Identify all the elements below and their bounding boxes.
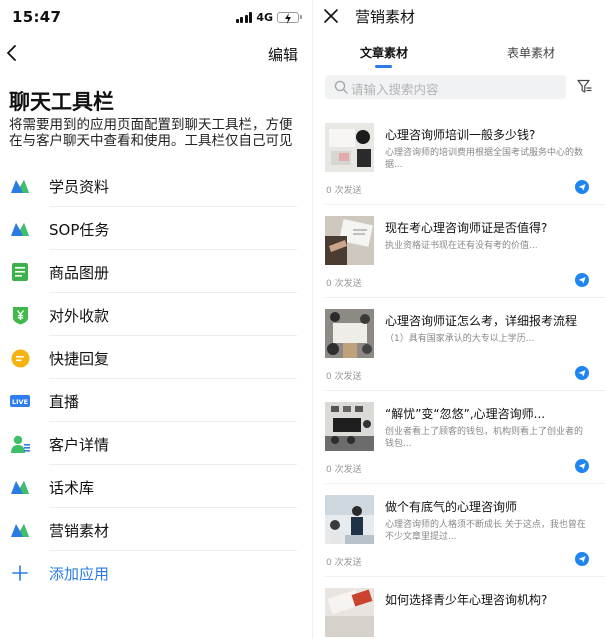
filter-icon[interactable] — [577, 79, 592, 94]
tool-label: 直播 — [49, 393, 80, 411]
tool-label: SOP任务 — [49, 221, 110, 239]
article-summary: （1）具有国家承认的大专以上学历... — [385, 334, 535, 344]
tool-label: 话术库 — [49, 479, 95, 497]
battery-icon — [277, 11, 302, 24]
article-thumbnail — [325, 309, 374, 358]
page-description: 将需要用到的应用页面配置到聊天工具栏，方便在与客户聊天中查看和使用。工具栏仅自己… — [9, 117, 293, 149]
brand-m-icon — [10, 219, 30, 239]
plus-icon — [10, 563, 30, 583]
tab-articles[interactable]: 文章素材 — [360, 44, 408, 61]
send-icon[interactable] — [575, 459, 589, 473]
article-item[interactable]: 心理咨询师证怎么考，详细报考流程 （1）具有国家承认的大专以上学历... 0 次… — [313, 298, 605, 391]
send-icon[interactable] — [575, 366, 589, 380]
article-title: 做个有底气的心理咨询师 — [385, 500, 518, 514]
article-title: 心理咨询师证怎么考，详细报考流程 — [385, 314, 578, 328]
article-list: 心理咨询师培训一般多少钱? 心理咨询师的培训费用根据全国考试服务中心的数据...… — [313, 112, 605, 639]
article-summary: 心理咨询师的培训费用根据全国考试服务中心的数据... — [385, 148, 584, 170]
tool-item-product-catalog[interactable]: 商品图册 — [0, 250, 305, 293]
live-badge-text: LIVE — [12, 398, 28, 406]
yuan-shield-icon — [10, 305, 30, 325]
send-icon[interactable] — [575, 180, 589, 194]
brand-m-icon — [10, 176, 30, 196]
chat-toolbar-screen: 15:47 4G 编辑 聊天工具栏 将需要用到的应用页面配置到聊天工具栏，方便在… — [0, 0, 305, 639]
status-bar: 15:47 4G — [0, 0, 305, 34]
status-time: 15:47 — [12, 8, 62, 26]
article-item[interactable]: 如何选择青少年心理咨询机构? — [313, 577, 605, 639]
send-icon[interactable] — [575, 273, 589, 287]
customer-icon — [10, 434, 30, 454]
add-app-label: 添加应用 — [49, 565, 110, 583]
quick-reply-icon — [10, 348, 30, 368]
article-thumbnail — [325, 216, 374, 265]
article-item[interactable]: “解忧”变“忽悠”,心理咨询师... 创业者看上了顾客的钱包，机构则看上了创业者… — [313, 391, 605, 484]
article-title: 心理咨询师培训一般多少钱? — [385, 128, 536, 142]
tab-forms[interactable]: 表单素材 — [507, 44, 555, 61]
tool-item-marketing-material[interactable]: 营销素材 — [0, 508, 305, 551]
article-summary: 执业资格证书现在还有没有考的价值... — [385, 241, 538, 251]
tool-list: 学员资料 SOP任务 商品图册 对外收款 快捷回复 LIVE 直播 客户详情 话… — [0, 164, 305, 594]
panel-title: 营销素材 — [355, 8, 416, 26]
article-title: 如何选择青少年心理咨询机构? — [385, 593, 548, 607]
status-indicators: 4G — [235, 10, 302, 24]
article-item[interactable]: 现在考心理咨询师证是否值得? 执业资格证书现在还有没有考的价值... 0 次发送 — [313, 205, 605, 298]
nav-bar: 编辑 — [0, 36, 305, 70]
brand-m-icon — [10, 477, 30, 497]
tool-item-script-library[interactable]: 话术库 — [0, 465, 305, 508]
tool-label: 学员资料 — [49, 178, 110, 196]
article-thumbnail — [325, 123, 374, 172]
send-count: 0 次发送 — [326, 372, 362, 382]
tool-item-sop-task[interactable]: SOP任务 — [0, 207, 305, 250]
material-tabs: 文章素材 表单素材 — [313, 38, 605, 70]
brand-m-icon — [10, 520, 30, 540]
signal-icon — [235, 11, 253, 23]
article-item[interactable]: 做个有底气的心理咨询师 心理咨询师的人格须不断成长 关于这点，我也曾在不少文章里… — [313, 484, 605, 577]
active-tab-indicator — [375, 65, 392, 68]
article-thumbnail — [325, 495, 374, 544]
send-icon[interactable] — [575, 552, 589, 566]
tool-label: 营销素材 — [49, 522, 110, 540]
tool-label: 对外收款 — [49, 307, 110, 325]
close-icon[interactable] — [323, 8, 339, 24]
tool-item-student-profile[interactable]: 学员资料 — [0, 164, 305, 207]
article-thumbnail — [325, 588, 374, 637]
marketing-material-panel: 营销素材 文章素材 表单素材 请输入搜索内容 心理咨询师培训一般多少钱? 心理咨… — [312, 0, 605, 639]
tool-item-quick-reply[interactable]: 快捷回复 — [0, 336, 305, 379]
tool-label: 快捷回复 — [49, 350, 110, 368]
send-count: 0 次发送 — [326, 186, 362, 196]
tool-item-customer-detail[interactable]: 客户详情 — [0, 422, 305, 465]
send-count: 0 次发送 — [326, 558, 362, 568]
search-icon — [334, 80, 348, 94]
tool-label: 客户详情 — [49, 436, 110, 454]
page-title: 聊天工具栏 — [9, 90, 114, 114]
send-count: 0 次发送 — [326, 279, 362, 289]
catalog-icon — [10, 262, 30, 282]
article-summary: 心理咨询师的人格须不断成长 关于这点，我也曾在不少文章里提过... — [385, 520, 586, 542]
article-title: “解忧”变“忽悠”,心理咨询师... — [385, 407, 546, 421]
search-placeholder: 请输入搜索内容 — [351, 82, 439, 97]
tool-item-external-payment[interactable]: 对外收款 — [0, 293, 305, 336]
send-count: 0 次发送 — [326, 465, 362, 475]
article-title: 现在考心理咨询师证是否值得? — [385, 221, 548, 235]
tool-item-live[interactable]: LIVE 直播 — [0, 379, 305, 422]
article-thumbnail — [325, 402, 374, 451]
back-arrow-icon[interactable] — [4, 45, 20, 61]
add-app-button[interactable]: 添加应用 — [0, 551, 305, 594]
article-item[interactable]: 心理咨询师培训一般多少钱? 心理咨询师的培训费用根据全国考试服务中心的数据...… — [313, 112, 605, 205]
tool-label: 商品图册 — [49, 264, 110, 282]
edit-button[interactable]: 编辑 — [268, 44, 298, 65]
search-input[interactable]: 请输入搜索内容 — [325, 75, 566, 99]
live-icon: LIVE — [10, 391, 30, 411]
network-type: 4G — [256, 10, 273, 24]
article-summary: 创业者看上了顾客的钱包，机构则看上了创业者的钱包... — [385, 427, 584, 449]
